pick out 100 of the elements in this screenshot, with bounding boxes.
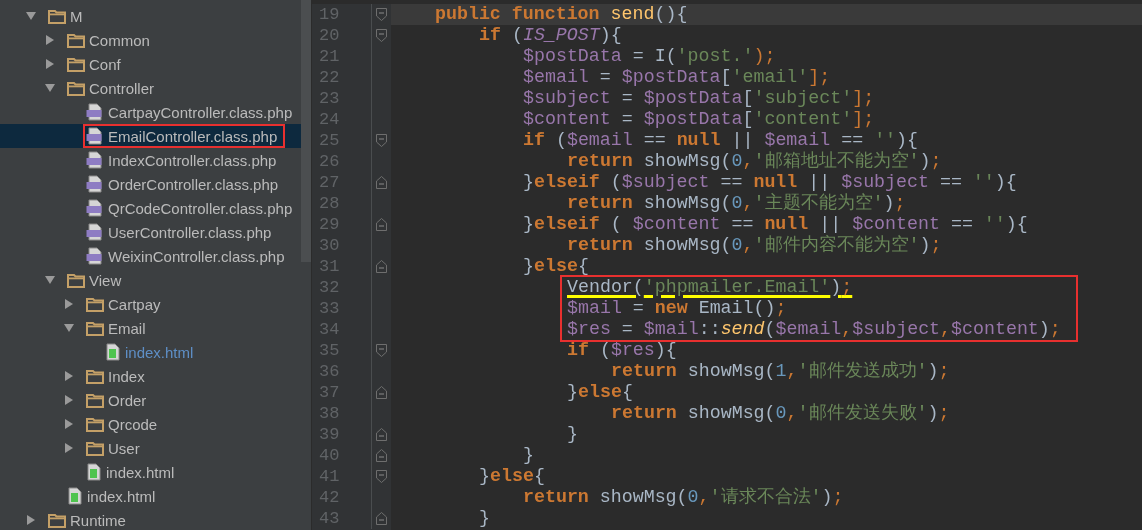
folder-icon [86, 416, 104, 432]
code-line: Vendor('phpmailer.Email'); [567, 277, 853, 297]
code-line: $mail = new Email(); [567, 298, 787, 318]
code-line: if ($email == null || $email == ''){ [523, 130, 919, 150]
collapsed-arrow-icon[interactable] [63, 442, 75, 454]
tree-row[interactable]: Order [0, 388, 301, 412]
code-line: if ($res){ [567, 340, 677, 360]
php-file-icon [86, 127, 104, 145]
tree-row[interactable]: Email [0, 316, 301, 340]
tree-row[interactable]: QrCodeController.class.php [0, 196, 301, 220]
code-line: }else{ [479, 466, 545, 486]
tree-item-label: Common [89, 31, 150, 49]
tree-row[interactable]: index.html [0, 484, 301, 508]
folder-icon [86, 368, 104, 384]
code-line: $postData = I('post.'); [523, 46, 776, 66]
tree-item-label: Conf [89, 55, 121, 73]
fold-icon[interactable] [376, 428, 388, 441]
tree-item-label: OrderController.class.php [108, 175, 279, 193]
tree-item-label: Qrcode [108, 415, 158, 433]
tree-row[interactable]: M [0, 4, 301, 28]
collapsed-arrow-icon[interactable] [25, 514, 37, 526]
tree-item-label: IndexController.class.php [108, 151, 277, 169]
expanded-arrow-icon[interactable] [25, 10, 37, 22]
collapsed-arrow-icon[interactable] [44, 58, 56, 70]
fold-icon[interactable] [376, 512, 388, 525]
tree-item-label: M [70, 7, 83, 25]
folder-icon [86, 296, 104, 312]
folder-icon [67, 272, 85, 288]
tree-item-label: CartpayController.class.php [108, 103, 293, 121]
code-line: }else{ [523, 256, 589, 276]
folder-icon [86, 320, 104, 336]
code-line: }else{ [567, 382, 633, 402]
tree-row[interactable]: User [0, 436, 301, 460]
tree-item-label: Order [108, 391, 147, 409]
expanded-arrow-icon[interactable] [63, 322, 75, 334]
fold-icon[interactable] [376, 8, 388, 21]
html-file-icon [67, 487, 83, 505]
fold-icon[interactable] [376, 344, 388, 357]
code-line: $email = $postData['email']; [523, 67, 831, 87]
tree-item-label: UserController.class.php [108, 223, 272, 241]
folder-icon [67, 32, 85, 48]
tree-item-label: WeixinController.class.php [108, 247, 285, 265]
html-file-icon [86, 463, 102, 481]
php-file-icon [86, 199, 104, 217]
fold-icon[interactable] [376, 29, 388, 42]
tree-row[interactable]: CartpayController.class.php [0, 100, 301, 124]
collapsed-arrow-icon[interactable] [63, 418, 75, 430]
tree-item-label: Controller [89, 79, 155, 97]
tree-row[interactable]: Common [0, 28, 301, 52]
collapsed-arrow-icon[interactable] [63, 298, 75, 310]
code-line: return showMsg(0,'请求不合法'); [523, 487, 844, 507]
expanded-arrow-icon[interactable] [44, 274, 56, 286]
code-line: $content = $postData['content']; [523, 109, 875, 129]
folder-icon [67, 80, 85, 96]
code-line: return showMsg(0,'邮件发送失败'); [611, 403, 950, 423]
folder-icon [86, 440, 104, 456]
tree-item-label: QrCodeController.class.php [108, 199, 293, 217]
collapsed-arrow-icon[interactable] [63, 394, 75, 406]
tree-row[interactable]: index.html [0, 460, 301, 484]
collapsed-arrow-icon[interactable] [44, 34, 56, 46]
code-line: return showMsg(0,'主题不能为空'); [567, 193, 906, 213]
fold-icon[interactable] [376, 218, 388, 231]
code-line: }elseif ( $content == null || $content == ''){ [523, 214, 1028, 234]
fold-icon[interactable] [376, 470, 388, 483]
code-line: }elseif ($subject == null || $subject == ''){ [523, 172, 1017, 192]
code-line: $res = $mail::send($email,$subject,$content); [567, 319, 1061, 339]
code-line: return showMsg(0,'邮箱地址不能为空'); [567, 151, 942, 171]
tree-row[interactable]: OrderController.class.php [0, 172, 301, 196]
tree-row[interactable]: Index [0, 364, 301, 388]
tree-row[interactable]: index.html [0, 340, 301, 364]
fold-icon[interactable] [376, 386, 388, 399]
tree-item-label: Email [108, 319, 146, 337]
tree-row[interactable]: Qrcode [0, 412, 301, 436]
code-line: $subject = $postData['subject']; [523, 88, 875, 108]
expanded-arrow-icon[interactable] [44, 82, 56, 94]
folder-icon [48, 512, 66, 528]
tree-row[interactable]: View [0, 268, 301, 292]
fold-icon[interactable] [376, 176, 388, 189]
tree-row[interactable]: Cartpay [0, 292, 301, 316]
tree-item-label: Index [108, 367, 145, 385]
tree-item-label: index.html [87, 487, 156, 505]
php-file-icon [86, 175, 104, 193]
collapsed-arrow-icon[interactable] [63, 370, 75, 382]
tree-row[interactable]: WeixinController.class.php [0, 244, 301, 268]
tree-item-label: Runtime [70, 511, 126, 529]
code-line: } [567, 424, 578, 444]
scrollbar[interactable] [301, 0, 311, 262]
code-line: } [523, 445, 534, 465]
php-file-icon [86, 223, 104, 241]
tree-row[interactable]: Conf [0, 52, 301, 76]
fold-icon[interactable] [376, 134, 388, 147]
tree-row[interactable]: Runtime [0, 508, 301, 530]
fold-icon[interactable] [376, 449, 388, 462]
tree-row[interactable]: EmailController.class.php [0, 124, 301, 148]
code-line: } [479, 508, 490, 528]
tree-row[interactable]: Controller [0, 76, 301, 100]
folder-icon [67, 56, 85, 72]
tree-row[interactable]: IndexController.class.php [0, 148, 301, 172]
fold-icon[interactable] [376, 260, 388, 273]
tree-row[interactable]: UserController.class.php [0, 220, 301, 244]
